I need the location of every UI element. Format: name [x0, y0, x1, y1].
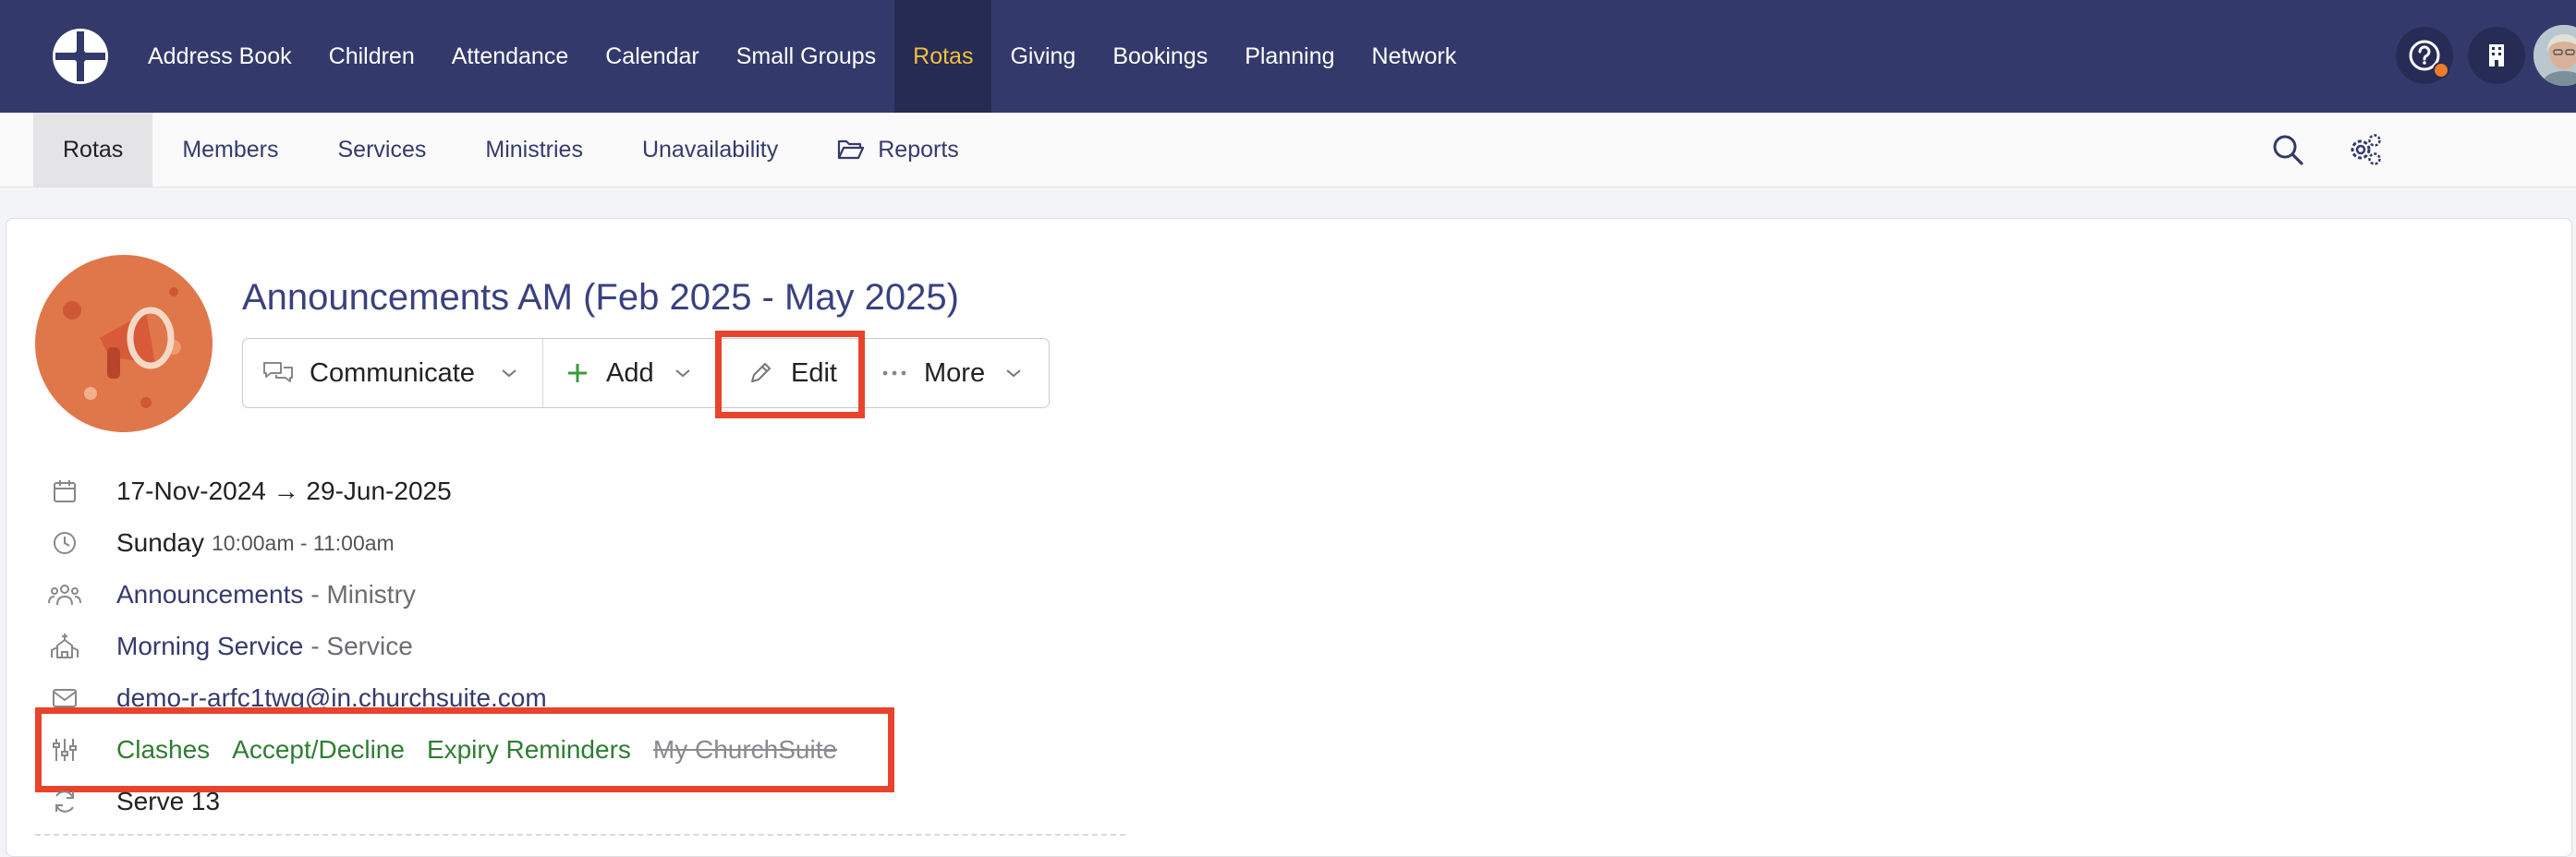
nav-item-calendar[interactable]: Calendar [587, 0, 717, 113]
rota-image [35, 255, 213, 432]
user-avatar[interactable] [2533, 25, 2576, 86]
more-label: More [924, 357, 986, 388]
communicate-label: Communicate [310, 357, 475, 388]
nav-item-rotas[interactable]: Rotas [894, 0, 992, 113]
subnav-item-reports[interactable]: Reports [808, 113, 989, 187]
organisation-button[interactable] [2468, 27, 2525, 84]
help-button[interactable] [2396, 27, 2453, 84]
ellipsis-icon [882, 370, 906, 376]
subnav-label: Rotas [63, 136, 124, 163]
subnav-label: Ministries [485, 136, 583, 163]
chevron-down-icon [1006, 369, 1021, 378]
chevron-down-icon [674, 369, 690, 378]
nav-item-bookings[interactable]: Bookings [1094, 0, 1226, 113]
settings-row: Clashes Accept/Decline Expiry Reminders … [46, 730, 837, 770]
subnav-label: Members [182, 136, 279, 163]
sliders-icon [53, 739, 77, 761]
nav-item-network[interactable]: Network [1354, 0, 1476, 113]
accept-decline-link[interactable]: Accept/Decline [232, 735, 405, 765]
section-divider [35, 834, 1125, 836]
ministry-link[interactable]: Announcements [116, 580, 303, 610]
serve-row: Serve 13 [46, 781, 220, 822]
chevron-down-icon [502, 369, 516, 378]
edit-label: Edit [791, 357, 837, 388]
nav-item-planning[interactable]: Planning [1226, 0, 1353, 113]
schedule-day: Sunday [116, 528, 204, 557]
chat-bubbles-icon [263, 362, 293, 382]
refresh-icon [55, 791, 74, 813]
churchsuite-logo-icon[interactable] [50, 26, 111, 87]
clock-icon [54, 532, 76, 554]
subnav-label: Unavailability [641, 136, 779, 163]
notification-badge [2433, 62, 2449, 78]
nav-item-children[interactable]: Children [310, 0, 433, 113]
serve-label: Serve 13 [116, 787, 221, 815]
sub-nav: Rotas Members Services Ministries Unavai… [33, 113, 989, 187]
subnav-item-unavailability[interactable]: Unavailability [613, 113, 808, 187]
communicate-button[interactable]: Communicate [243, 339, 543, 407]
subnav-item-rotas[interactable]: Rotas [33, 113, 153, 187]
schedule-time: 10:00am - 11:00am [211, 530, 395, 555]
clashes-link[interactable]: Clashes [116, 735, 210, 765]
more-button[interactable]: More [865, 339, 1047, 407]
user-avatar-image [2533, 25, 2576, 86]
plus-icon [568, 364, 587, 382]
date-range: 17-Nov-2024 → 29-Jun-2025 [116, 477, 452, 505]
ministry-row: Announcements - Ministry [46, 574, 416, 615]
email-link[interactable]: demo-r-arfc1twg@in.churchsuite.com [116, 683, 547, 713]
nav-item-address-book[interactable]: Address Book [129, 0, 310, 113]
my-churchsuite-link[interactable]: My ChurchSuite [653, 735, 837, 765]
main-nav: Address Book Children Attendance Calenda… [129, 0, 1475, 113]
nav-item-attendance[interactable]: Attendance [433, 0, 588, 113]
folder-open-icon [838, 139, 865, 160]
date-range-row: 17-Nov-2024 → 29-Jun-2025 [46, 471, 452, 512]
settings-gears-icon[interactable] [2347, 131, 2384, 168]
email-row: demo-r-arfc1twg@in.churchsuite.com [46, 678, 547, 718]
expiry-reminders-link[interactable]: Expiry Reminders [427, 735, 631, 765]
subnav-item-members[interactable]: Members [152, 113, 308, 187]
megaphone-image-icon [35, 255, 213, 432]
add-label: Add [606, 357, 654, 388]
edit-button[interactable]: Edit [717, 339, 865, 407]
pencil-icon [751, 363, 771, 382]
rota-action-button-group: Communicate Add Edit More [242, 338, 1050, 408]
building-icon [2489, 44, 2504, 66]
nav-item-small-groups[interactable]: Small Groups [718, 0, 894, 113]
top-navigation-bar: Address Book Children Attendance Calenda… [0, 0, 2576, 113]
service-link[interactable]: Morning Service [116, 632, 303, 661]
envelope-icon [53, 689, 77, 707]
schedule-row: Sunday 10:00am - 11:00am [46, 523, 395, 563]
calendar-icon [54, 480, 76, 502]
add-button[interactable]: Add [543, 339, 717, 407]
search-icon[interactable] [2269, 131, 2306, 168]
subnav-label: Reports [878, 136, 959, 163]
nav-item-giving[interactable]: Giving [991, 0, 1094, 113]
service-row: Morning Service - Service [46, 626, 413, 667]
service-suffix: - Service [310, 632, 413, 660]
ministry-suffix: - Ministry [310, 580, 416, 609]
church-icon [51, 634, 79, 658]
subnav-item-services[interactable]: Services [309, 113, 456, 187]
sub-navigation-bar: Rotas Members Services Ministries Unavai… [0, 113, 2576, 187]
page-title: Announcements AM (Feb 2025 - May 2025) [242, 277, 959, 318]
subnav-item-ministries[interactable]: Ministries [456, 113, 613, 187]
people-group-icon [48, 585, 81, 606]
subnav-label: Services [337, 136, 427, 163]
